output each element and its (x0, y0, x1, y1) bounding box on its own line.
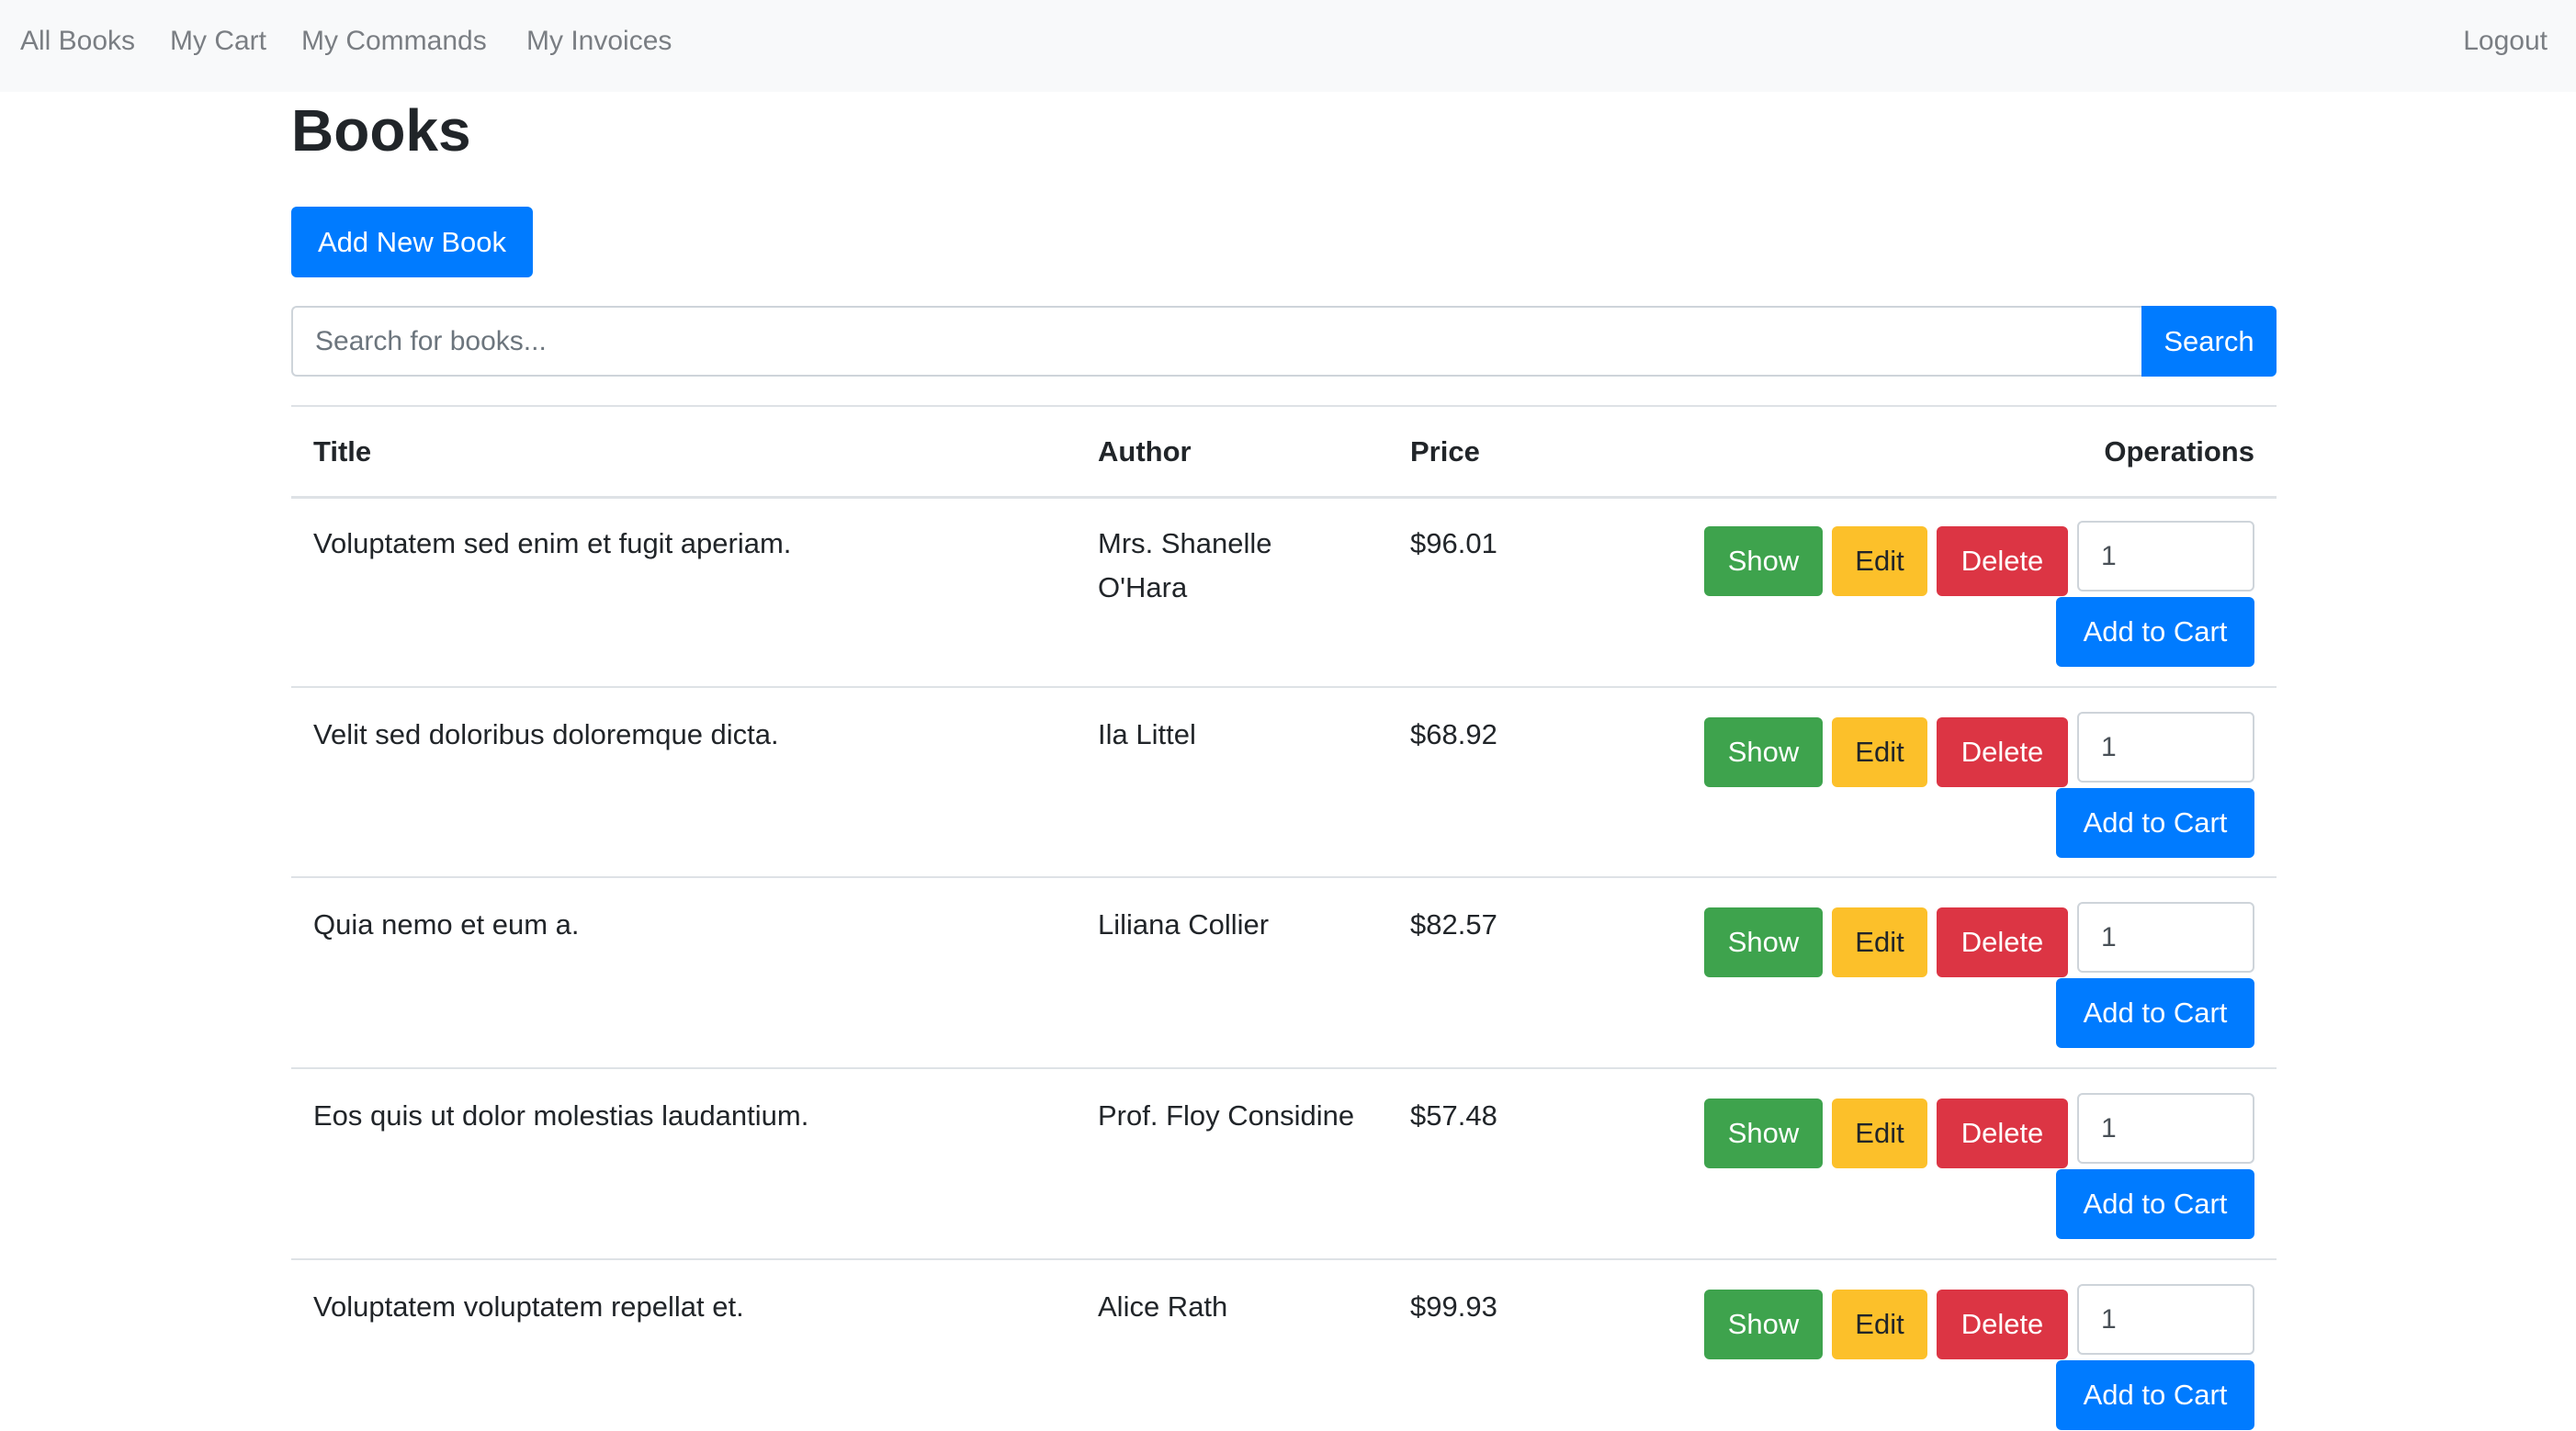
book-price: $99.93 (1410, 1290, 1497, 1323)
show-button[interactable]: Show (1704, 1290, 1823, 1359)
row-divider (291, 1067, 2277, 1069)
edit-button[interactable]: Edit (1832, 907, 1927, 977)
search-button[interactable]: Search (2141, 306, 2277, 377)
nav-my-commands-link[interactable]: My Commands (301, 0, 487, 83)
book-author: Prof. Floy Considine (1098, 1099, 1355, 1132)
search-input[interactable] (291, 306, 2143, 377)
row-divider (291, 1258, 2277, 1260)
column-header-author: Author (1098, 435, 1192, 468)
book-title: Eos quis ut dolor molestias laudantium. (313, 1099, 809, 1132)
edit-button[interactable]: Edit (1832, 1290, 1927, 1359)
quantity-input[interactable] (2077, 1284, 2254, 1355)
logout-link[interactable]: Logout (2463, 0, 2548, 83)
edit-button[interactable]: Edit (1832, 717, 1927, 787)
delete-button[interactable]: Delete (1937, 1290, 2068, 1359)
book-author: Liliana Collier (1098, 908, 1270, 941)
quantity-input[interactable] (2077, 1093, 2254, 1164)
quantity-input[interactable] (2077, 902, 2254, 973)
book-author: Mrs. Shanelle (1098, 527, 1272, 559)
add-to-cart-button[interactable]: Add to Cart (2056, 788, 2254, 858)
column-header-operations: Operations (2104, 435, 2254, 468)
book-price: $82.57 (1410, 908, 1497, 941)
add-to-cart-button[interactable]: Add to Cart (2056, 1360, 2254, 1430)
show-button[interactable]: Show (1704, 717, 1823, 787)
row-divider (291, 686, 2277, 688)
book-title: Voluptatem voluptatem repellat et. (313, 1290, 744, 1323)
book-price: $96.01 (1410, 527, 1497, 559)
quantity-input[interactable] (2077, 521, 2254, 592)
nav-my-cart-link[interactable]: My Cart (170, 0, 266, 83)
add-to-cart-button[interactable]: Add to Cart (2056, 597, 2254, 667)
row-divider (291, 876, 2277, 878)
book-title: Quia nemo et eum a. (313, 908, 580, 941)
edit-button[interactable]: Edit (1832, 526, 1927, 596)
delete-button[interactable]: Delete (1937, 907, 2068, 977)
show-button[interactable]: Show (1704, 1099, 1823, 1168)
nav-all-books-link[interactable]: All Books (20, 0, 135, 83)
nav-my-invoices-link[interactable]: My Invoices (526, 0, 672, 83)
table-top-border (291, 405, 2277, 407)
add-to-cart-button[interactable]: Add to Cart (2056, 978, 2254, 1048)
quantity-input[interactable] (2077, 712, 2254, 783)
book-price: $68.92 (1410, 718, 1497, 750)
column-header-price: Price (1410, 435, 1480, 468)
book-author: Ila Littel (1098, 718, 1196, 750)
page-title: Books (291, 97, 471, 163)
book-title: Velit sed doloribus doloremque dicta. (313, 718, 779, 750)
book-author-line-2: O'Hara (1098, 571, 1188, 603)
top-navbar: All Books My Cart My Commands My Invoice… (0, 0, 2576, 92)
show-button[interactable]: Show (1704, 907, 1823, 977)
book-author: Alice Rath (1098, 1290, 1228, 1323)
add-new-book-button[interactable]: Add New Book (291, 207, 533, 277)
add-to-cart-button[interactable]: Add to Cart (2056, 1169, 2254, 1239)
book-title: Voluptatem sed enim et fugit aperiam. (313, 527, 792, 559)
book-price: $57.48 (1410, 1099, 1497, 1132)
table-header-border (291, 496, 2277, 499)
delete-button[interactable]: Delete (1937, 526, 2068, 596)
column-header-title: Title (313, 435, 372, 468)
delete-button[interactable]: Delete (1937, 717, 2068, 787)
edit-button[interactable]: Edit (1832, 1099, 1927, 1168)
delete-button[interactable]: Delete (1937, 1099, 2068, 1168)
show-button[interactable]: Show (1704, 526, 1823, 596)
